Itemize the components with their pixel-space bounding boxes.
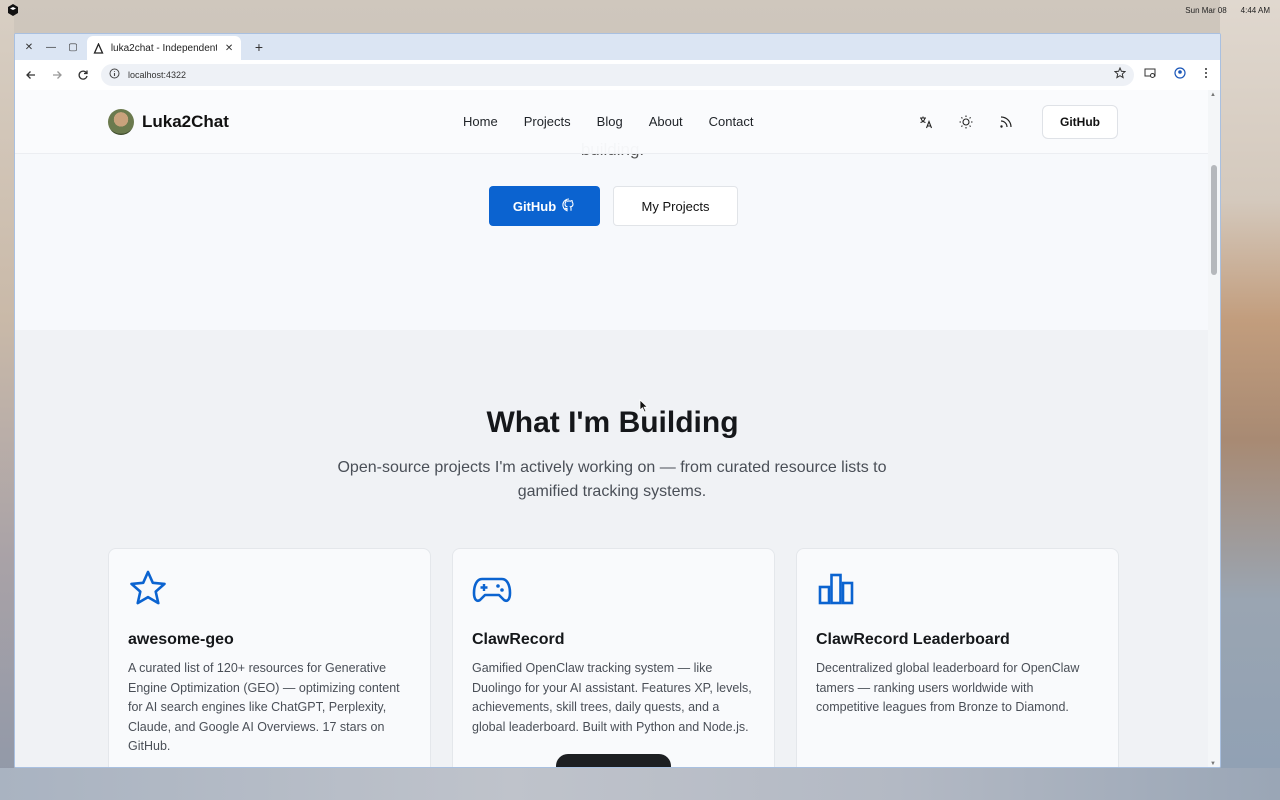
brand-name: Luka2Chat [142,111,229,131]
cast-icon[interactable] [1144,66,1156,84]
tab-favicon-icon [93,42,105,54]
project-card-awesome-geo[interactable]: awesome-geo A curated list of 120+ resou… [108,548,431,767]
translate-icon[interactable] [919,115,933,129]
sun-icon[interactable] [959,115,973,129]
hero-github-button[interactable]: GitHub [489,186,600,226]
minimize-window-icon[interactable]: — [43,39,59,55]
floating-toolbar[interactable] [556,754,671,767]
nav-link-projects[interactable]: Projects [524,114,571,129]
mouse-cursor-icon [639,399,649,418]
header-github-button[interactable]: GitHub [1042,105,1118,139]
card-title: awesome-geo [128,631,234,648]
avatar [108,108,134,135]
gamepad-icon [472,569,512,609]
github-icon [562,197,576,215]
section-title: What I'm Building [486,406,739,439]
url-text[interactable]: localhost:4322 [128,70,1106,80]
browser-tab[interactable]: luka2chat - Independent D ✕ [87,36,241,60]
system-time: 4:44 AM [1240,5,1270,15]
browser-window: ✕ — ▢ luka2chat - Independent D ✕ + loca… [14,33,1221,768]
bookmark-star-icon[interactable] [1113,66,1127,84]
card-description: A curated list of 120+ resources for Gen… [128,661,400,753]
hero-github-label: GitHub [512,198,557,214]
nav-link-home[interactable]: Home [463,114,498,129]
project-cards: awesome-geo A curated list of 120+ resou… [108,548,1119,767]
profile-icon[interactable] [1174,66,1186,84]
star-icon [128,569,168,609]
card-description: Decentralized global leaderboard for Ope… [816,661,1080,714]
building-section: What I'm Building Open-source projects I… [15,330,1210,767]
nav-link-blog[interactable]: Blog [597,114,623,129]
hero-buttons: GitHub My Projects [489,186,738,226]
window-controls: ✕ — ▢ [15,39,85,55]
new-tab-button[interactable]: + [251,39,267,55]
section-subtitle: Open-source projects I'm actively workin… [337,459,887,500]
close-window-icon[interactable]: ✕ [21,39,37,55]
bar-chart-icon [816,569,856,609]
tab-title: luka2chat - Independent D [110,42,218,54]
page-viewport: building. GitHub My Projects What I'm Bu… [15,90,1210,767]
browser-toolbar: localhost:4322 [15,60,1220,90]
scroll-down-icon[interactable]: ▼ [1210,761,1216,767]
header-icon-buttons [919,115,1013,129]
tab-close-icon[interactable]: ✕ [223,43,235,54]
scroll-thumb[interactable] [1211,165,1217,275]
desktop-wallpaper-right [1220,0,1280,800]
card-title: ClawRecord Leaderboard [816,631,1010,648]
page-scrollbar[interactable]: ▲ ▼ [1208,90,1220,767]
address-bar[interactable]: localhost:4322 [101,64,1134,86]
tab-bar: ✕ — ▢ luka2chat - Independent D ✕ + [15,34,1220,60]
nav-link-about[interactable]: About [649,114,683,129]
maximize-window-icon[interactable]: ▢ [65,39,81,55]
system-menu-icon[interactable] [6,3,20,17]
site-header: Luka2Chat Home Projects Blog About Conta… [15,90,1210,154]
card-title: ClawRecord [472,631,565,648]
card-description: Gamified OpenClaw tracking system — like… [472,661,752,734]
main-nav: Home Projects Blog About Contact [463,114,753,129]
reload-icon[interactable] [75,67,91,83]
desktop-wallpaper-left [0,0,14,800]
brand-link[interactable]: Luka2Chat [108,108,229,135]
forward-icon[interactable] [49,67,65,83]
system-date: Sun Mar 08 [1185,5,1227,15]
project-card-clawrecord[interactable]: ClawRecord Gamified OpenClaw tracking sy… [452,548,775,767]
nav-link-contact[interactable]: Contact [709,114,754,129]
rss-icon[interactable] [999,115,1013,129]
browser-menu-icon[interactable] [1204,66,1208,84]
scroll-up-icon[interactable]: ▲ [1210,92,1216,98]
system-top-bar: Sun Mar 08 4:44 AM [0,0,1280,20]
site-info-icon[interactable] [109,66,120,84]
desktop-wallpaper-bottom [0,768,1280,800]
project-card-clawrecord-leaderboard[interactable]: ClawRecord Leaderboard Decentralized glo… [796,548,1119,767]
my-projects-button[interactable]: My Projects [613,186,738,226]
back-icon[interactable] [23,67,39,83]
system-clock: Sun Mar 08 4:44 AM [1185,6,1274,15]
